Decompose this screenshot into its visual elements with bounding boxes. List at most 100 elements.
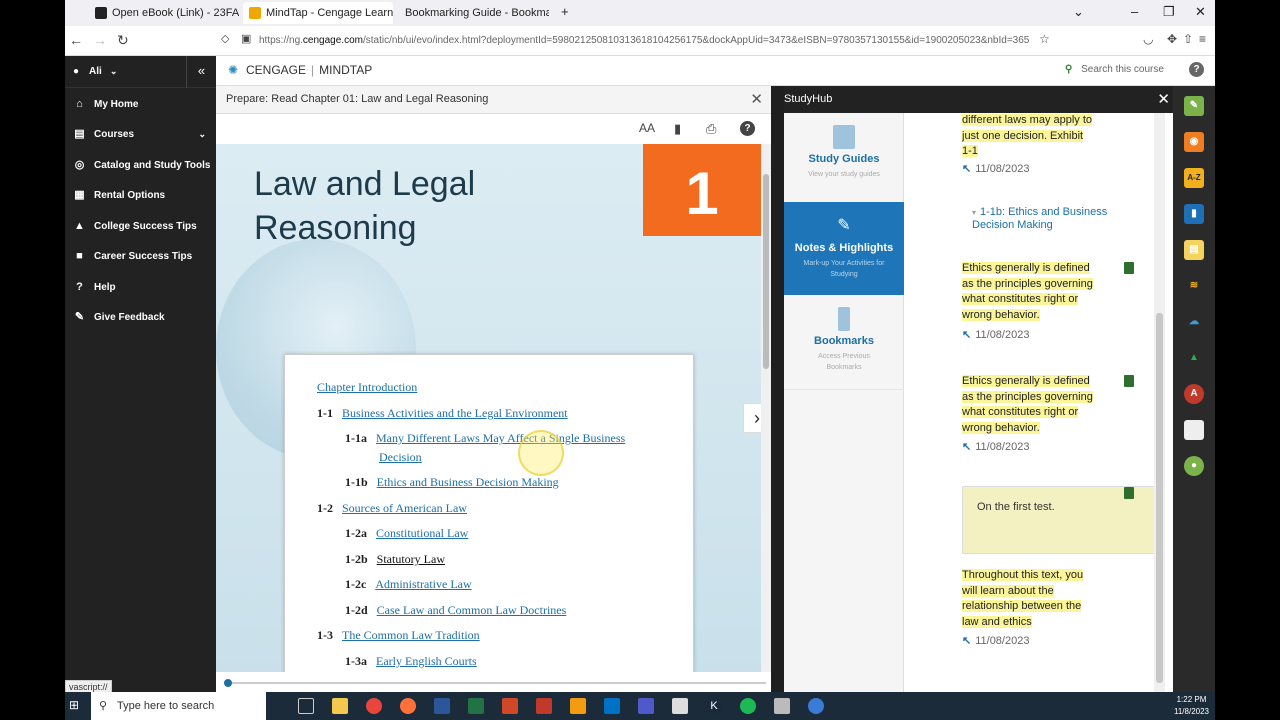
toc-link[interactable]: Administrative Law [375, 577, 471, 591]
vlc-icon[interactable] [570, 698, 586, 714]
pocket-icon[interactable]: ◡ [1143, 32, 1153, 46]
sidebar-item-career-tips[interactable]: ■ Career Success Tips [65, 242, 216, 273]
reading-progress[interactable] [216, 672, 771, 692]
sidebar-item-my-home[interactable]: ⌂ My Home [65, 89, 216, 120]
toc-item[interactable]: 1-1 Business Activities and the Legal En… [317, 406, 568, 421]
file-explorer-icon[interactable] [332, 698, 348, 714]
progress-handle[interactable] [224, 679, 232, 687]
back-icon[interactable]: ← [69, 32, 83, 48]
app-icon[interactable] [774, 698, 790, 714]
firefox-icon[interactable] [400, 698, 416, 714]
toc-link[interactable]: Ethics and Business Decision Making [377, 475, 559, 489]
chrome-icon[interactable] [366, 698, 382, 714]
toc-link[interactable]: Chapter Introduction [317, 380, 417, 394]
tab-notes-highlights[interactable]: ✎ Notes & Highlights Mark-up Your Activi… [784, 202, 904, 295]
flashcards-icon[interactable] [1184, 420, 1204, 440]
go-to-location-icon[interactable]: ↖ [962, 163, 971, 175]
acrobat-icon[interactable] [536, 698, 552, 714]
toc-link[interactable]: Case Law and Common Law Doctrines [377, 603, 567, 617]
close-icon[interactable]: ✕ [750, 90, 763, 108]
go-to-location-icon[interactable]: ↖ [962, 329, 971, 341]
sidebar-item-college-tips[interactable]: ▲ College Success Tips [65, 211, 216, 242]
task-view-icon[interactable] [298, 698, 314, 714]
sidebar-item-help[interactable]: ? Help [65, 272, 216, 303]
book-icon[interactable]: ▮ [1184, 204, 1204, 224]
bookmark-icon[interactable]: ▮ [674, 121, 681, 137]
lock-icon[interactable]: ▣ [241, 32, 251, 45]
scrollbar-thumb[interactable] [1156, 313, 1163, 683]
share-icon[interactable]: ⇧ [1183, 32, 1193, 46]
brand-logo[interactable]: ✺ CENGAGE | MINDTAP [228, 63, 372, 77]
browser-tab-bookmarking[interactable]: Bookmarking Guide - Bookmarkin ✕ [399, 2, 549, 24]
tab-bookmarks[interactable]: Bookmarks Access Previous Bookmarks [784, 295, 904, 390]
toc-item[interactable]: 1-1b Ethics and Business Decision Making [345, 475, 559, 490]
toc-item[interactable]: 1-3 The Common Law Tradition [317, 628, 480, 643]
minimize-button[interactable]: – [1131, 4, 1138, 19]
chevron-down-icon[interactable]: ⌄ [1073, 4, 1084, 20]
toc-link[interactable]: Many Different Laws May Affect a Single … [376, 431, 625, 445]
toc-link[interactable]: Decision [379, 450, 422, 464]
toc-link[interactable]: Statutory Law [377, 552, 445, 566]
app-k-icon[interactable]: K [706, 698, 722, 714]
window-close-button[interactable]: ✕ [1195, 4, 1206, 20]
shield-icon[interactable]: ◇ [221, 32, 229, 45]
readspeaker-icon[interactable]: A [1184, 384, 1204, 404]
toc-link[interactable]: Constitutional Law [376, 526, 468, 540]
new-tab-button[interactable]: + [561, 4, 569, 19]
rss-icon[interactable]: ◉ [1184, 132, 1204, 152]
toc-link[interactable]: Sources of American Law [342, 501, 467, 515]
spotify-icon[interactable] [740, 698, 756, 714]
highlight-entry[interactable]: Ethics generally is defined as the princ… [962, 374, 1107, 436]
toc-item-continued[interactable]: Decision [379, 450, 422, 465]
pencil-icon[interactable]: ✎ [1184, 96, 1204, 116]
close-icon[interactable]: ✕ [1157, 86, 1170, 113]
course-search[interactable]: ⚲ Search this course [1065, 64, 1164, 75]
toc-item[interactable]: 1-2d Case Law and Common Law Doctrines [345, 603, 566, 618]
menu-icon[interactable]: ≡ [1199, 32, 1206, 46]
studyhub-scrollbar[interactable] [1154, 113, 1165, 692]
teams-icon[interactable] [638, 698, 654, 714]
print-icon[interactable]: ⎙ [706, 121, 716, 137]
word-icon[interactable] [434, 698, 450, 714]
section-heading[interactable]: ▾ 1-1b: Ethics and Business Decision Maki… [972, 206, 1147, 232]
app-icon[interactable] [808, 698, 824, 714]
taskbar-search[interactable]: ⚲ Type here to search [91, 692, 266, 720]
toc-item[interactable]: 1-2b Statutory Law [345, 552, 445, 567]
powerpoint-icon[interactable] [502, 698, 518, 714]
excel-icon[interactable] [468, 698, 484, 714]
sidebar-item-feedback[interactable]: ✎ Give Feedback [65, 303, 216, 334]
address-bar[interactable]: https://ng.cengage.com/static/nb/ui/evo/… [259, 30, 1029, 52]
toc-item[interactable]: 1-2 Sources of American Law [317, 501, 467, 516]
reader-scrollbar[interactable] [761, 144, 771, 672]
browser-tab-ebook[interactable]: Open eBook (Link) - 23FA WEB ✕ [89, 2, 239, 24]
dictionary-icon[interactable]: A-Z [1184, 168, 1204, 188]
toc-item[interactable]: Chapter Introduction [317, 380, 417, 395]
photos-icon[interactable] [672, 698, 688, 714]
highlight-entry[interactable]: Throughout this text, you will learn abo… [962, 568, 1107, 630]
trash-icon[interactable] [1124, 487, 1134, 499]
extensions-icon[interactable]: ✥ [1167, 32, 1177, 46]
highlight-entry[interactable]: Ethics generally is defined as the princ… [962, 261, 1107, 323]
font-size-icon[interactable]: AA [639, 121, 655, 135]
go-to-location-icon[interactable]: ↖ [962, 441, 971, 453]
google-drive-icon[interactable]: ▲ [1184, 348, 1204, 368]
toc-item[interactable]: 1-1a Many Different Laws May Affect a Si… [345, 431, 625, 446]
audio-icon[interactable]: ≋ [1184, 276, 1204, 296]
sidebar-item-rental[interactable]: ▦ Rental Options [65, 181, 216, 212]
maximize-button[interactable]: ❐ [1163, 4, 1175, 20]
cloud-icon[interactable]: ☁ [1184, 312, 1204, 332]
toc-link[interactable]: Early English Courts [376, 654, 477, 668]
highlight-entry[interactable]: different laws may apply to just one dec… [962, 113, 1107, 160]
scrollbar-thumb[interactable] [763, 174, 769, 369]
windows-start-icon[interactable]: ⊞ [69, 699, 82, 712]
sidebar-item-courses[interactable]: ▤ Courses ⌄ [65, 120, 216, 151]
toc-item[interactable]: 1-2a Constitutional Law [345, 526, 468, 541]
star-icon[interactable]: ☆ [1039, 32, 1050, 46]
toc-link[interactable]: The Common Law Tradition [342, 628, 480, 642]
help-icon[interactable]: ? [740, 121, 755, 136]
system-clock[interactable]: 1:22 PM 11/8/2023 [1174, 694, 1209, 718]
notes-icon[interactable]: ▤ [1184, 240, 1204, 260]
toc-item[interactable]: 1-3a Early English Courts [345, 654, 477, 669]
sidebar-item-catalog[interactable]: ◎ Catalog and Study Tools [65, 150, 216, 181]
help-icon[interactable]: ? [1189, 62, 1204, 77]
